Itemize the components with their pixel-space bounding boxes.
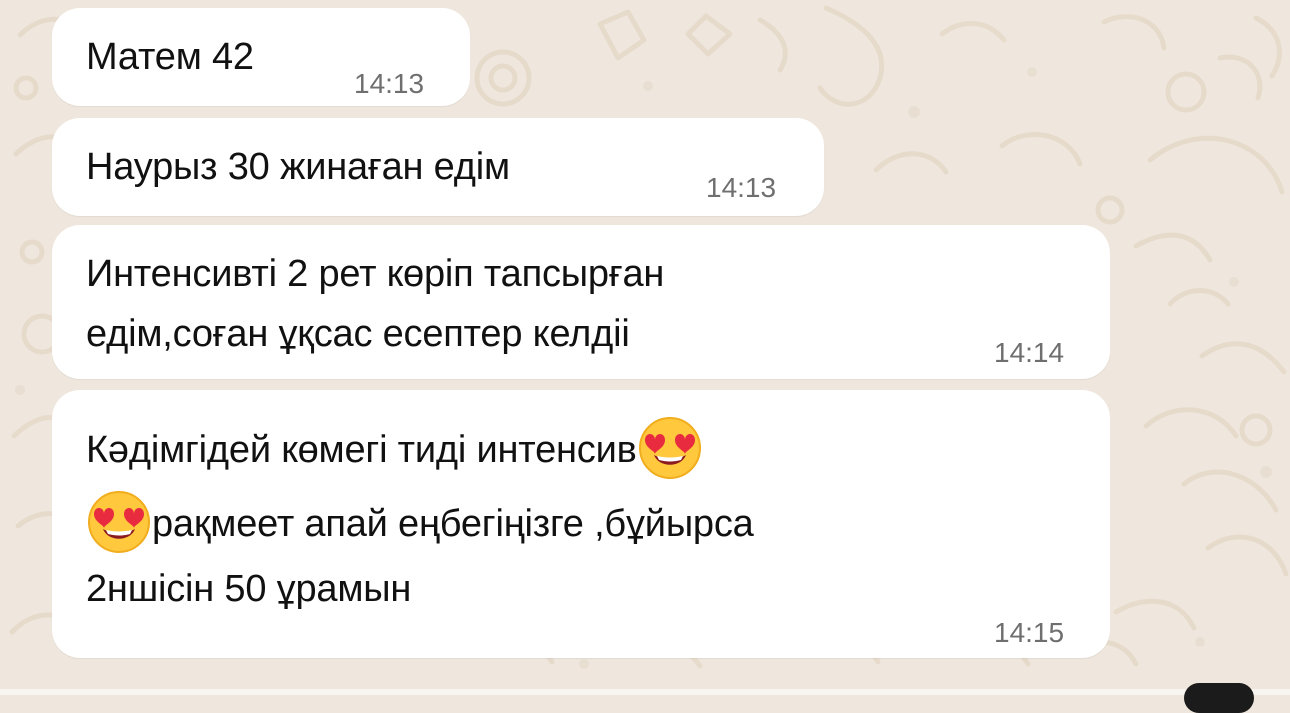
chat-thread: Матем 42 14:13 Наурыз 30 жинаған едім 14… <box>0 0 1290 695</box>
message-bubble-3[interactable]: Интенсивті 2 рет көріп тапсырған едім,со… <box>52 225 1110 379</box>
message-line-4-1: Кәдімгідей көмегі тиді интенсив <box>86 416 754 481</box>
message-time-1: 14:13 <box>354 68 425 99</box>
message-line-4-2: рақмеет апай еңбегіңізге ,бұйырса <box>86 490 754 555</box>
message-text-4: Кәдімгідей көмегі тиді интенсив рақмеет … <box>86 416 754 619</box>
message-line-4-2-text: рақмеет апай еңбегіңізге ,бұйырса <box>152 502 754 545</box>
message-line-4-3: 2ншісін 50 ұрамын <box>86 567 412 610</box>
smiling-face-with-heart-eyes-icon <box>637 415 703 481</box>
message-line-3-1: Интенсивті 2 рет көріп тапсырған <box>86 253 665 295</box>
message-text-1: Матем 42 <box>86 36 254 78</box>
message-time-4: 14:15 <box>994 617 1065 648</box>
message-time-2: 14:13 <box>706 172 777 203</box>
message-bubble-1[interactable]: Матем 42 14:13 <box>52 8 470 106</box>
message-time-3: 14:14 <box>994 337 1065 368</box>
message-line-3-2: едім,соған ұқсас есептер келдіі <box>86 313 630 355</box>
smiling-face-with-heart-eyes-icon <box>86 489 152 555</box>
bottom-edge <box>0 689 1290 695</box>
message-text-2: Наурыз 30 жинаған едім <box>86 146 510 188</box>
message-line-4-1-text: Кәдімгідей көмегі тиді интенсив <box>86 429 637 471</box>
bottom-corner-shape <box>1184 683 1254 713</box>
message-bubble-2[interactable]: Наурыз 30 жинаған едім 14:13 <box>52 118 824 216</box>
message-text-3: Интенсивті 2 рет көріп тапсырған едім,со… <box>86 244 664 364</box>
message-bubble-4[interactable]: Кәдімгідей көмегі тиді интенсив рақмеет … <box>52 390 1110 658</box>
